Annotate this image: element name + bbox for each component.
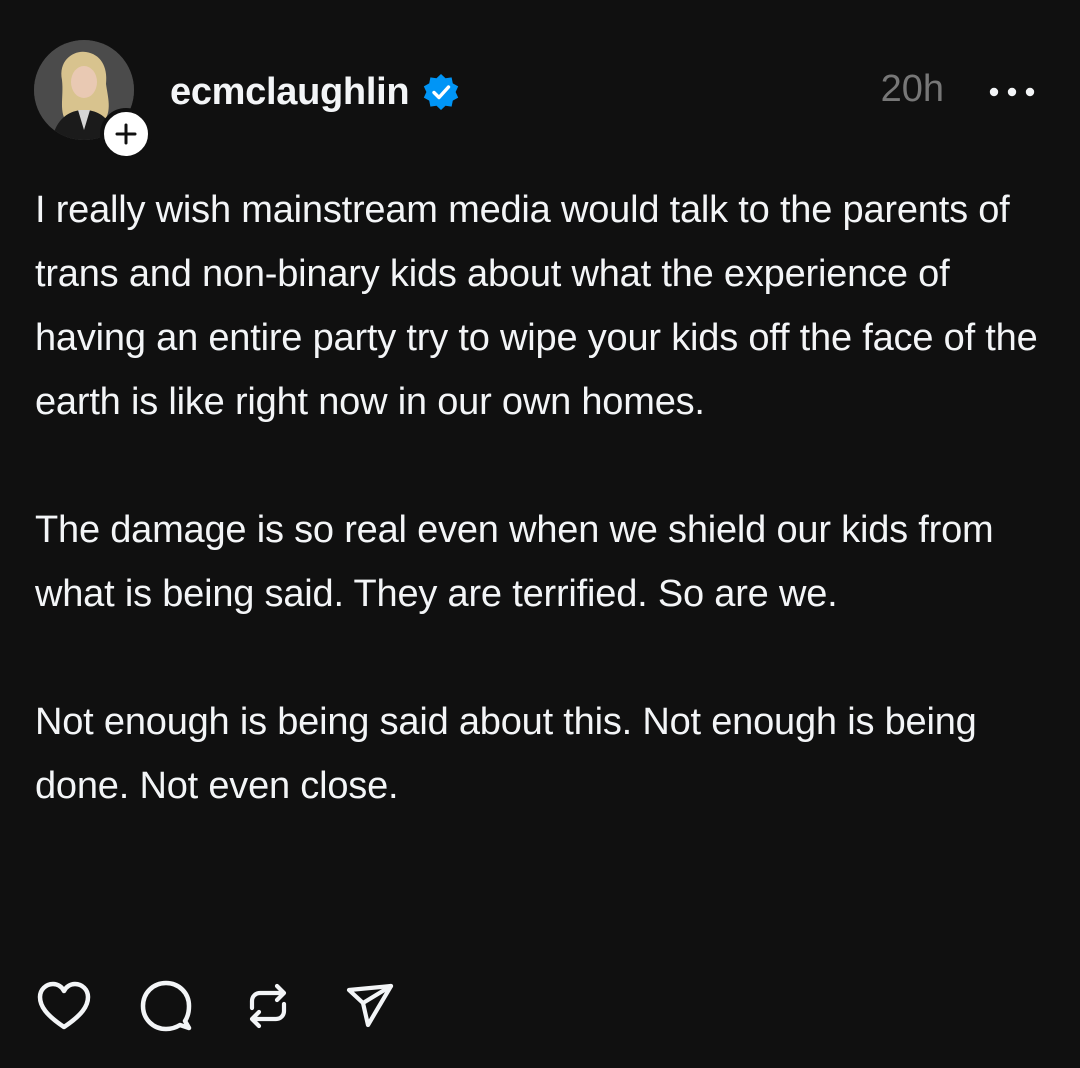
post-timestamp: 20h: [880, 68, 944, 110]
like-button[interactable]: [34, 976, 94, 1036]
thread-post: ecmclaughlin 20h I really wish mainstrea…: [0, 0, 1080, 1068]
post-paragraph: I really wish mainstream media would tal…: [35, 189, 1038, 423]
more-options-button[interactable]: [982, 70, 1042, 114]
author-header: ecmclaughlin: [170, 66, 461, 118]
repost-button[interactable]: [238, 976, 298, 1036]
heart-icon: [37, 981, 91, 1030]
repost-icon: [249, 983, 287, 1029]
share-icon: [346, 983, 394, 1028]
post-paragraph: Not enough is being said about this. Not…: [35, 701, 977, 807]
username-link[interactable]: ecmclaughlin: [170, 71, 410, 114]
ellipsis-icon: [989, 87, 1035, 97]
reply-button[interactable]: [136, 976, 196, 1036]
verified-badge-icon: [424, 74, 459, 110]
share-button[interactable]: [340, 976, 400, 1036]
follow-button[interactable]: [100, 108, 152, 160]
comment-icon: [140, 980, 192, 1032]
plus-icon: [115, 123, 137, 145]
post-actions: [34, 976, 442, 1036]
author-avatar-container[interactable]: [34, 40, 152, 160]
post-body: I really wish mainstream media would tal…: [35, 178, 1045, 818]
post-paragraph: The damage is so real even when we shiel…: [35, 509, 994, 615]
